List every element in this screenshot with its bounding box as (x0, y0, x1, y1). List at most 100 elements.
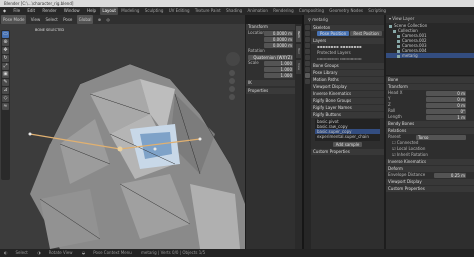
proportional-icon[interactable]: ◎ (104, 15, 112, 24)
zoom-icon[interactable] (229, 70, 235, 76)
rigify-layer-names-section[interactable]: Rigify Layer Names (311, 105, 384, 111)
ik-section[interactable]: Inverse Kinematics (386, 159, 474, 165)
tab-uv-editing[interactable]: UV Editing (167, 7, 192, 15)
viewport-header: Pose Mode View Select Pose Global ⊕ ◎ (0, 15, 245, 24)
tab-texture-paint[interactable]: Texture Paint (193, 7, 223, 15)
envelope-distance-field[interactable]: 0.25 m (434, 172, 466, 178)
tool-settings-icon[interactable] (305, 25, 310, 30)
pose-position-row: Pose Position Rest Position (311, 31, 384, 37)
tab-layout[interactable]: Layout (100, 7, 118, 15)
scale-z-field[interactable]: 1.000 (264, 72, 293, 78)
location-z-field[interactable]: 0.0000 m (264, 42, 293, 48)
3d-viewport[interactable]: BONE SELECTED (0, 24, 245, 249)
properties-section-header[interactable]: Properties (246, 88, 295, 94)
motion-paths-section[interactable]: Motion Paths (311, 77, 384, 83)
world-icon[interactable] (305, 49, 310, 54)
perspective-toggle-icon[interactable] (229, 94, 235, 100)
inherit-rotation-checkbox[interactable]: ☑ Inherit Rotation (386, 152, 474, 158)
bone-roll-icon[interactable]: ◇ (2, 95, 9, 102)
bone-groups-section[interactable]: Bone Groups (311, 63, 384, 69)
parent-field[interactable]: Torso (416, 134, 466, 140)
scale-x-field[interactable]: 1.000 (264, 60, 293, 66)
roll-field[interactable]: 0° (426, 108, 466, 114)
tab-geometry-nodes[interactable]: Geometry Nodes (327, 7, 365, 15)
pose-library-section[interactable]: Pose Library (311, 70, 384, 76)
bendy-bones-section[interactable]: Bendy Bones (386, 121, 474, 127)
menu-window[interactable]: Window (61, 7, 83, 15)
select-box-icon[interactable]: ▭ (2, 31, 9, 38)
scene-icon[interactable] (305, 43, 310, 48)
mode-dropdown[interactable]: Pose Mode (1, 15, 27, 24)
measure-icon[interactable]: ⊿ (2, 87, 9, 94)
menu-render[interactable]: Render (39, 7, 59, 15)
tab-tool[interactable]: Tool (296, 44, 301, 58)
viewport-overlay-text: BONE SELECTED (35, 28, 65, 32)
output-icon[interactable] (305, 37, 310, 42)
pose-menu[interactable]: Pose (61, 15, 74, 24)
camera-view-icon[interactable] (229, 86, 235, 92)
protected-layers-grid[interactable]: ▫▫▫▫▫▫▫▫ ▫▫▫▫▫▫▫▫ (311, 56, 384, 62)
properties-editor-header: ⚲ metarig (304, 15, 384, 24)
menu-file[interactable]: File (10, 7, 23, 15)
scale-icon[interactable]: ⤢ (2, 63, 9, 70)
head-z-field[interactable]: 0 m (426, 102, 466, 108)
physics-icon[interactable] (305, 67, 310, 72)
head-y-field[interactable]: 0 m (426, 96, 466, 102)
viewport-display-section[interactable]: Viewport Display (311, 84, 384, 90)
scale-y-field[interactable]: 1.000 (264, 66, 293, 72)
orientation-dropdown[interactable]: Global (76, 15, 94, 24)
envelope-row: Envelope Distance 0.25 m (388, 172, 466, 178)
rig-type-list[interactable]: basic.pivot basic.raw_copy basic.super_c… (315, 119, 380, 141)
navigation-gizmo[interactable] (226, 52, 240, 66)
list-item[interactable]: experimental.super_chain (315, 134, 380, 139)
list-item[interactable]: metarig (386, 53, 474, 58)
rigify-bone-groups-section[interactable]: Rigify Bone Groups (311, 98, 384, 104)
cursor-icon[interactable]: ⊕ (2, 39, 9, 46)
tab-scripting[interactable]: Scripting (366, 7, 388, 15)
rotate-icon[interactable]: ↻ (2, 55, 9, 62)
add-sample-button[interactable]: Add sample (332, 142, 363, 147)
location-y-field[interactable]: 0.0000 m (264, 36, 293, 42)
inverse-kinematics-section[interactable]: Inverse Kinematics (311, 91, 384, 97)
tab-shading[interactable]: Shading (224, 7, 244, 15)
relax-pose-icon[interactable]: ≈ (2, 103, 9, 110)
armature-properties: Skeleton Pose Position Rest Position Lay… (311, 24, 384, 249)
tab-compositing[interactable]: Compositing (297, 7, 326, 15)
bone-icon[interactable] (305, 79, 310, 84)
bone-viewport-display-section[interactable]: Viewport Display (386, 179, 474, 185)
rest-position-button[interactable]: Rest Position (350, 31, 382, 36)
select-menu[interactable]: Select (44, 15, 60, 24)
snap-icon[interactable]: ⊕ (96, 15, 103, 24)
tab-item[interactable]: Item (296, 26, 301, 42)
transform-icon[interactable]: ▣ (2, 71, 9, 78)
view-menu[interactable]: View (29, 15, 43, 24)
ik-section-header[interactable]: IK (246, 80, 295, 86)
top-menubar: ◆ File Edit Render Window Help Layout Mo… (0, 7, 474, 15)
location-x-field[interactable]: 0.0000 m (264, 30, 293, 36)
menu-edit[interactable]: Edit (24, 7, 38, 15)
menu-help[interactable]: Help (84, 7, 99, 15)
tab-rendering[interactable]: Rendering (271, 7, 295, 15)
annotate-icon[interactable]: ✎ (2, 79, 9, 86)
tab-sculpting[interactable]: Sculpting (143, 7, 166, 15)
tab-animation[interactable]: Animation (246, 7, 270, 15)
bone-custom-properties-section[interactable]: Custom Properties (386, 186, 474, 192)
pose-position-button[interactable]: Pose Position (317, 31, 350, 36)
outliner-search[interactable]: View Layer (392, 16, 414, 21)
blender-logo-icon[interactable]: ◆ (0, 7, 9, 15)
pan-icon[interactable] (229, 78, 235, 84)
head-x-field[interactable]: 0 m (426, 90, 466, 96)
rigify-buttons-section[interactable]: Rigify Buttons (311, 112, 384, 118)
mouse-right-icon: ◒ (81, 250, 86, 255)
armature-data-icon[interactable] (305, 73, 310, 78)
modifier-icon[interactable] (305, 61, 310, 66)
move-icon[interactable]: ✥ (2, 47, 9, 54)
rotation-mode-dropdown[interactable]: Quaternion (WXYZ) (248, 54, 293, 60)
tab-modeling[interactable]: Modeling (119, 7, 141, 15)
tab-view[interactable]: View (296, 60, 301, 74)
render-icon[interactable] (305, 31, 310, 36)
object-icon[interactable] (305, 55, 310, 60)
filter-icon[interactable]: ▾ (389, 16, 391, 21)
length-field[interactable]: 1 m (426, 114, 466, 120)
custom-properties-section[interactable]: Custom Properties (311, 149, 384, 155)
